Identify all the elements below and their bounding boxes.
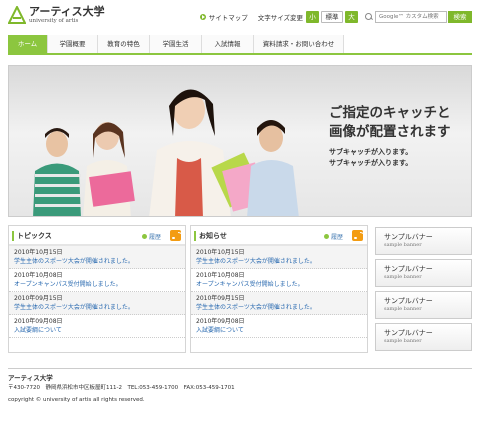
news-link[interactable]: 入試要綱について [14,326,185,335]
hero-students-photo [33,89,299,216]
heading-accent-bar [194,231,196,241]
sitemap-label: サイトマップ [208,13,248,22]
hero-banner[interactable]: ご指定のキャッチと 画像が配置されます サブキャッチが入ります。 サブキャッチが… [8,65,472,217]
topics-archive-label: 履歴 [148,234,161,241]
banner-subtitle: sample banner [384,274,422,280]
banner-subtitle: sample banner [384,338,422,344]
sample-banner[interactable]: サンプルバナー sample banner [375,227,472,255]
nav-admissions[interactable]: 入試情報 [202,35,254,53]
news-date: 2010年09月15日 [14,295,63,302]
nav-contact[interactable]: 資料請求・お問い合わせ [254,35,344,53]
rss-icon[interactable] [352,230,363,241]
banner-title: サンプルバナー [384,297,433,305]
notices-archive-label: 履歴 [330,234,343,241]
news-date: 2010年09月08日 [14,318,63,325]
banner-title: サンプルバナー [384,233,433,241]
nav-home[interactable]: ホーム [8,35,48,53]
logo-title: アーティス大学 [29,5,105,18]
notices-title: お知らせ [199,232,227,240]
list-item: 2010年09月15日 学生主体のスポーツ大会が開催されました。 [191,292,367,315]
search-button[interactable]: 検索 [448,10,472,23]
list-item: 2010年09月15日 学生主体のスポーツ大会が開催されました。 [9,292,185,315]
topics-archive-link[interactable]: 履歴 [141,232,161,241]
sample-banner[interactable]: サンプルバナー sample banner [375,323,472,351]
footer-divider [8,368,472,369]
font-standard-button[interactable]: 標準 [321,10,343,23]
topics-box: トピックス 履歴 2010年10月15日 学生主体のスポーツ大会が開催されました… [8,225,186,353]
font-small-button[interactable]: 小 [306,10,319,23]
list-item: 2010年09月08日 入試要綱について [9,315,185,338]
banner-subtitle: sample banner [384,242,422,248]
nav-campus-life[interactable]: 学園生活 [150,35,202,53]
heading-accent-bar [12,231,14,241]
logo-subtitle: university of artis [29,18,79,24]
arrow-circle-icon [199,13,206,20]
hero-catch-line2: 画像が配置されます [329,124,451,140]
banner-subtitle: sample banner [384,306,422,312]
logo-mark-icon [8,6,26,24]
notices-box: お知らせ 履歴 2010年10月15日 学生主体のスポーツ大会が開催されました。… [190,225,368,353]
notices-list: 2010年10月15日 学生主体のスポーツ大会が開催されました。 2010年10… [191,246,367,338]
hero-catch-line1: ご指定のキャッチと [329,105,451,121]
nav-about[interactable]: 学園概要 [48,35,98,53]
font-size-label: 文字サイズ変更 [257,13,303,22]
site-logo[interactable]: アーティス大学 university of artis [8,6,105,25]
topics-header: トピックス 履歴 [9,226,185,246]
bullet-icon [141,234,147,239]
global-nav: ホーム 学園概要 教育の特色 学園生活 入試情報 資料請求・お問い合わせ [8,35,472,55]
search-icon [365,12,373,21]
banner-title: サンプルバナー [384,329,433,337]
search-input[interactable] [375,10,447,23]
news-date: 2010年09月08日 [196,318,245,325]
news-link[interactable]: 学生主体のスポーツ大会が開催されました。 [14,257,185,266]
news-link[interactable]: 入試要綱について [196,326,367,335]
hero-sub-line2: サブキャッチが入ります。 [329,159,413,167]
topics-title: トピックス [17,232,52,240]
list-item: 2010年10月15日 学生主体のスポーツ大会が開催されました。 [191,246,367,269]
news-date: 2010年10月08日 [14,272,63,279]
news-link[interactable]: 学生主体のスポーツ大会が開催されました。 [14,303,185,312]
news-date: 2010年10月08日 [196,272,245,279]
nav-features[interactable]: 教育の特色 [98,35,150,53]
sidebar-banners: サンプルバナー sample banner サンプルバナー sample ban… [375,227,472,355]
hero-catch: ご指定のキャッチと 画像が配置されます サブキャッチが入ります。 サブキャッチが… [329,104,451,169]
list-item: 2010年09月08日 入試要綱について [191,315,367,338]
list-item: 2010年10月08日 オープンキャンパス受付開始しました。 [9,269,185,292]
list-item: 2010年10月15日 学生主体のスポーツ大会が開催されました。 [9,246,185,269]
bullet-icon [323,234,329,239]
banner-title: サンプルバナー [384,265,433,273]
sitemap-link[interactable]: サイトマップ [199,12,248,22]
news-date: 2010年10月15日 [196,249,245,256]
site-footer: アーティス大学 〒430-7720 静岡県浜松市中区板屋町111-2 TEL:0… [8,374,235,405]
hero-sub-line1: サブキャッチが入ります。 [329,148,413,156]
sample-banner[interactable]: サンプルバナー sample banner [375,259,472,287]
news-link[interactable]: オープンキャンパス受付開始しました。 [14,280,185,289]
footer-address: 〒430-7720 静岡県浜松市中区板屋町111-2 TEL:053-459-1… [8,385,235,391]
notices-header: お知らせ 履歴 [191,226,367,246]
news-link[interactable]: 学生主体のスポーツ大会が開催されました。 [196,257,367,266]
news-link[interactable]: オープンキャンパス受付開始しました。 [196,280,367,289]
rss-icon[interactable] [170,230,181,241]
footer-org-name: アーティス大学 [8,374,53,382]
topics-list: 2010年10月15日 学生主体のスポーツ大会が開催されました。 2010年10… [9,246,185,338]
site-header: アーティス大学 university of artis サイトマップ 文字サイズ… [0,0,480,34]
font-large-button[interactable]: 大 [345,10,358,23]
notices-archive-link[interactable]: 履歴 [323,232,343,241]
news-date: 2010年10月15日 [14,249,63,256]
utility-bar: サイトマップ 文字サイズ変更 小 標準 大 検索 [199,10,472,23]
news-date: 2010年09月15日 [196,295,245,302]
footer-copyright: copyright © university of artis all righ… [8,397,145,403]
list-item: 2010年10月08日 オープンキャンパス受付開始しました。 [191,269,367,292]
news-link[interactable]: 学生主体のスポーツ大会が開催されました。 [196,303,367,312]
sample-banner[interactable]: サンプルバナー sample banner [375,291,472,319]
